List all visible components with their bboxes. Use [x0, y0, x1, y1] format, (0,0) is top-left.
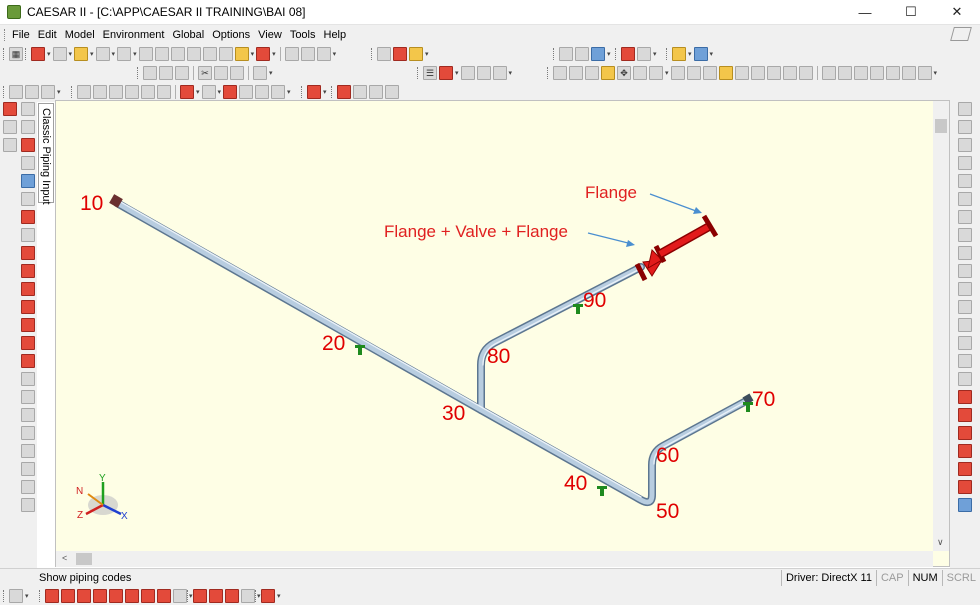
bottom-toolbar-print: ▾ [254, 587, 282, 605]
annotation-flange: Flange [585, 183, 637, 202]
node-label-70: 70 [752, 388, 775, 411]
node-label-90: 90 [583, 289, 606, 312]
annotation-flange-arrow [649, 193, 697, 212]
node-label-50: 50 [656, 500, 679, 523]
annotation-valve-arrow [587, 232, 629, 244]
support-20-icon [355, 345, 365, 355]
support-90-icon [573, 304, 583, 314]
node-label-60: 60 [656, 444, 679, 467]
annotations: Flange Flange + Valve + Flange [384, 183, 702, 247]
node-label-40: 40 [564, 472, 587, 495]
scroll-left-icon[interactable]: < [62, 553, 67, 563]
edit-list-icon[interactable] [9, 589, 23, 603]
status-bar: Show piping codes Driver: DirectX 11 CAP… [0, 568, 980, 586]
tool-3-icon[interactable] [225, 589, 239, 603]
status-driver: Driver: DirectX 11 [780, 570, 876, 586]
report-2-icon[interactable] [61, 589, 75, 603]
axis-triad: Y X Z N [76, 473, 128, 522]
report-4-icon[interactable] [93, 589, 107, 603]
valve-assembly[interactable] [634, 214, 719, 282]
tool-1-icon[interactable] [193, 589, 207, 603]
status-message: Show piping codes [39, 572, 132, 584]
horizontal-scrollbar-thumb[interactable] [76, 553, 92, 565]
bottom-toolbar-reports: ▾ [38, 587, 194, 605]
bottom-toolbar: ▾ ▾ ▾ ▾ [0, 586, 980, 605]
report-3-icon[interactable] [77, 589, 91, 603]
node-label-80: 80 [487, 345, 510, 368]
report-9-icon[interactable] [173, 589, 187, 603]
pipe-main-run [114, 200, 751, 505]
triad-x-label: X [121, 511, 128, 522]
horizontal-scrollbar[interactable]: < [56, 551, 933, 567]
node-label-20: 20 [322, 332, 345, 355]
annotation-flange-valve-flange: Flange + Valve + Flange [384, 222, 568, 241]
status-indicators: Driver: DirectX 11 CAP NUM SCRL [780, 570, 980, 586]
node-label-10: 10 [80, 192, 103, 215]
tool-2-icon[interactable] [209, 589, 223, 603]
pipe-red-segment [658, 223, 712, 257]
annotation-valve-arrowhead [626, 240, 635, 247]
status-cap: CAP [875, 570, 908, 586]
report-8-icon[interactable] [157, 589, 171, 603]
model-graphics: 10 20 30 40 50 60 70 80 90 Flange Flange… [76, 183, 775, 523]
supports[interactable] [355, 304, 753, 496]
tool-4-icon[interactable] [241, 589, 255, 603]
triad-n-label: N [76, 486, 83, 497]
node-label-30: 30 [442, 402, 465, 425]
bottom-toolbar-tools: ▾ [186, 587, 262, 605]
status-scrl: SCRL [941, 570, 980, 586]
support-40-icon [597, 486, 607, 496]
triad-y-label: Y [99, 473, 106, 484]
status-num: NUM [907, 570, 942, 586]
report-5-icon[interactable] [109, 589, 123, 603]
triad-z-label: Z [77, 510, 83, 521]
scroll-down-icon[interactable]: ∨ [937, 537, 944, 548]
vertical-scrollbar[interactable]: ∨ [933, 101, 949, 551]
bottom-toolbar-edit: ▾ [2, 587, 30, 605]
report-6-icon[interactable] [125, 589, 139, 603]
report-7-icon[interactable] [141, 589, 155, 603]
print-report-icon[interactable] [261, 589, 275, 603]
report-1-icon[interactable] [45, 589, 59, 603]
vertical-scrollbar-thumb[interactable] [935, 119, 947, 133]
pipe-highlight-main [118, 200, 642, 498]
